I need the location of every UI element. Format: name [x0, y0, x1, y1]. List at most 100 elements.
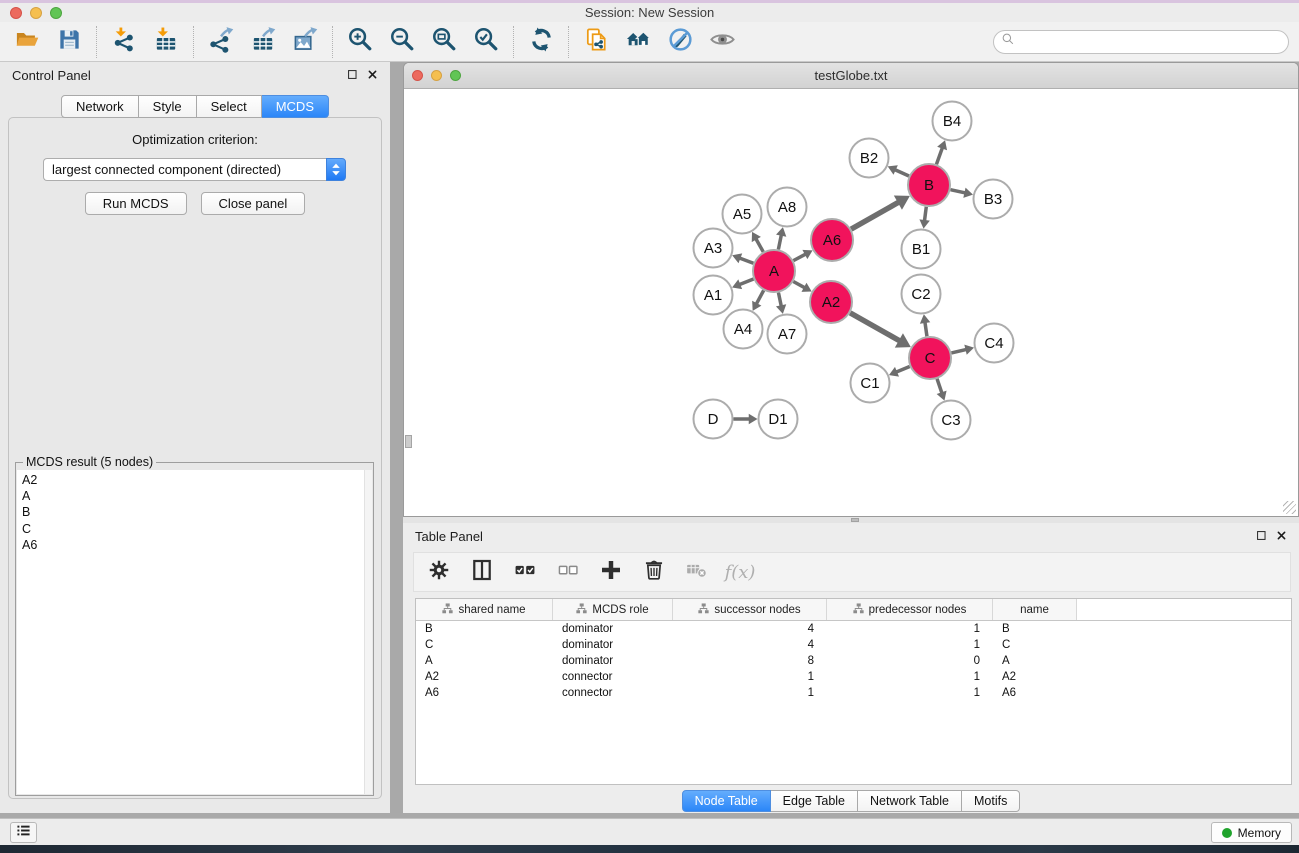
uncheck-pair-button[interactable] [555, 559, 581, 585]
zoom-in-button[interactable] [345, 27, 375, 57]
edge-A-A2[interactable] [793, 282, 805, 288]
control-panel-tabs: NetworkStyleSelectMCDS [0, 95, 390, 118]
edge-A6-B[interactable] [851, 202, 899, 229]
table-tab-motifs[interactable]: Motifs [962, 790, 1020, 812]
check-pair-icon [513, 558, 537, 587]
check-pair-button[interactable] [512, 559, 538, 585]
table-tab-node-table[interactable]: Node Table [682, 790, 771, 812]
edge-C-C4[interactable] [951, 349, 966, 353]
home-button[interactable] [623, 27, 653, 57]
edge-C-C2[interactable] [925, 322, 927, 336]
canvas-left-handle[interactable] [405, 435, 412, 448]
edge-A-A3[interactable] [739, 258, 753, 263]
uncheck-pair-icon [556, 558, 580, 587]
table-panel: Table Panel f(x) shared nameMCDS rolesuc… [403, 523, 1299, 813]
tab-mcds[interactable]: MCDS [262, 95, 329, 118]
graph-node-label-D1: D1 [768, 411, 787, 428]
divider-handle[interactable] [851, 518, 859, 522]
column-header-name[interactable]: name [993, 599, 1077, 620]
refresh-icon [528, 26, 555, 58]
edge-A-A5[interactable] [756, 239, 763, 252]
column-header-mcds-role[interactable]: MCDS role [553, 599, 673, 620]
tab-network[interactable]: Network [61, 95, 139, 118]
shared-column-icon [853, 603, 864, 617]
table-tab-network-table[interactable]: Network Table [858, 790, 962, 812]
open-folder-button[interactable] [12, 27, 42, 57]
edge-B-B3[interactable] [950, 190, 965, 193]
plus-button[interactable] [598, 559, 624, 585]
minimize-window-button[interactable] [30, 7, 42, 19]
import-table-button[interactable] [151, 27, 181, 57]
result-scrollbar[interactable] [364, 470, 372, 794]
edge-A-A4[interactable] [756, 290, 763, 304]
zoom-out-button[interactable] [387, 27, 417, 57]
import-network-button[interactable] [109, 27, 139, 57]
graph-node-label-A5: A5 [733, 206, 751, 223]
search-box [993, 30, 1289, 54]
edge-A-A7[interactable] [778, 293, 781, 307]
graph-node-label-B3: B3 [984, 191, 1002, 208]
criterion-dropdown[interactable]: largest connected component (directed) [43, 158, 346, 181]
edge-B-B1[interactable] [925, 207, 927, 221]
hide-graphics-button[interactable] [665, 27, 695, 57]
close-panel-icon[interactable] [367, 67, 378, 85]
result-item[interactable]: A [17, 488, 372, 504]
zoom-window-button[interactable] [50, 7, 62, 19]
tab-style[interactable]: Style [139, 95, 197, 118]
export-network-button[interactable] [206, 27, 236, 57]
edge-A-A1[interactable] [739, 279, 753, 285]
tab-select[interactable]: Select [197, 95, 262, 118]
result-item[interactable]: A2 [17, 470, 372, 488]
columns-button[interactable] [469, 559, 495, 585]
result-item[interactable]: A6 [17, 537, 372, 553]
window-resize-grip[interactable] [1283, 501, 1296, 514]
edge-arrowhead [776, 227, 786, 237]
zoom-selected-button[interactable] [471, 27, 501, 57]
network-close-button[interactable] [412, 70, 423, 81]
graph-node-label-A8: A8 [778, 199, 796, 216]
run-mcds-button[interactable]: Run MCDS [85, 192, 187, 215]
table-row[interactable]: A2connector11A2 [416, 669, 1291, 685]
network-minimize-button[interactable] [431, 70, 442, 81]
float-panel-icon[interactable] [347, 67, 358, 85]
zoom-fit-button[interactable] [429, 27, 459, 57]
column-header-predecessor-nodes[interactable]: predecessor nodes [827, 599, 993, 620]
trash-button[interactable] [641, 559, 667, 585]
control-panel-title: Control Panel [12, 68, 91, 83]
network-canvas[interactable]: B4B2BB3A8A5A6A3B1AC2A1A2A4A7C4CC1C3DD1 [405, 90, 1297, 515]
eye-button[interactable] [707, 27, 737, 57]
refresh-button[interactable] [526, 27, 556, 57]
float-table-panel-icon[interactable] [1256, 528, 1267, 546]
table-row[interactable]: Adominator80A [416, 653, 1291, 669]
table-row[interactable]: Cdominator41C [416, 637, 1291, 653]
close-window-button[interactable] [10, 7, 22, 19]
edge-C-C3[interactable] [937, 379, 942, 393]
edge-B-B4[interactable] [936, 148, 942, 165]
result-item[interactable]: B [17, 504, 372, 520]
edge-A2-C[interactable] [850, 313, 900, 341]
edge-A-A6[interactable] [793, 254, 805, 261]
export-table-button[interactable] [248, 27, 278, 57]
table-tab-edge-table[interactable]: Edge Table [771, 790, 858, 812]
result-item[interactable]: C [17, 521, 372, 537]
gear-button[interactable] [426, 559, 452, 585]
network-zoom-button[interactable] [450, 70, 461, 81]
column-header-shared-name[interactable]: shared name [416, 599, 553, 620]
save-button[interactable] [54, 27, 84, 57]
close-table-panel-icon[interactable] [1276, 528, 1287, 546]
close-panel-button[interactable]: Close panel [201, 192, 306, 215]
table-row[interactable]: Bdominator41B [416, 621, 1291, 637]
edge-C-C1[interactable] [896, 366, 910, 372]
column-header-successor-nodes[interactable]: successor nodes [673, 599, 827, 620]
table-row[interactable]: A6connector11A6 [416, 685, 1291, 701]
clone-network-button[interactable] [581, 27, 611, 57]
graph-node-label-B1: B1 [912, 241, 930, 258]
edge-B-B2[interactable] [895, 170, 909, 176]
cell-name: A6 [993, 687, 1077, 699]
criterion-dropdown-value: largest connected component (directed) [43, 158, 326, 181]
edge-A-A8[interactable] [778, 235, 781, 250]
export-image-button[interactable] [290, 27, 320, 57]
task-history-button[interactable] [10, 822, 37, 843]
memory-button[interactable]: Memory [1211, 822, 1292, 843]
search-input[interactable] [1016, 33, 1282, 51]
